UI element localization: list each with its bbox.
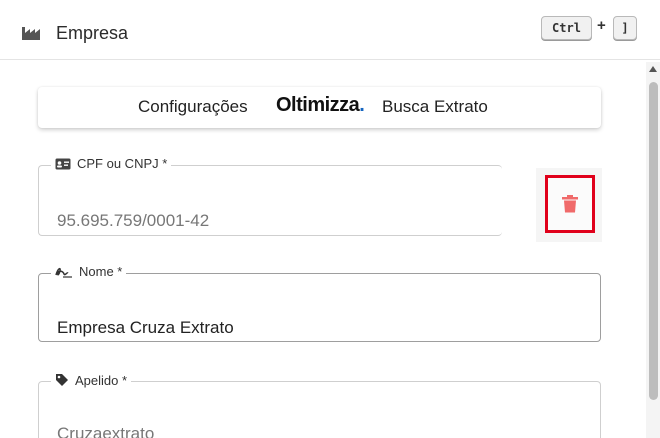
trash-icon	[562, 195, 578, 213]
apelido-value[interactable]: Cruzaextrato	[57, 424, 154, 438]
scrollbar-up-arrow[interactable]	[649, 66, 657, 72]
brand-logo: Oltimizza.	[276, 94, 365, 116]
page-title: Empresa	[56, 23, 129, 43]
cpf-cnpj-label: CPF ou CNPJ *	[51, 157, 171, 173]
config-label: Configurações	[138, 97, 248, 116]
shortcut-ctrl-key: Ctrl	[541, 16, 592, 40]
factory-icon	[22, 27, 40, 40]
id-card-icon	[55, 158, 71, 170]
nome-field[interactable]: Nome * Empresa Cruza Extrato	[38, 265, 601, 342]
cpf-cnpj-value[interactable]: 95.695.759/0001-42	[57, 211, 209, 231]
delete-button[interactable]	[545, 175, 595, 233]
page-header: Empresa Ctrl + ]	[0, 0, 660, 60]
nome-label: Nome *	[51, 265, 126, 281]
tag-icon	[56, 374, 68, 386]
apelido-label: Apelido *	[51, 373, 131, 389]
shortcut-plus: +	[597, 17, 606, 34]
cpf-cnpj-field[interactable]: CPF ou CNPJ * 95.695.759/0001-42	[38, 157, 502, 236]
shortcut-bracket-key: ]	[613, 16, 637, 40]
scrollbar-thumb[interactable]	[649, 82, 658, 400]
config-banner: Configurações Oltimizza. Busca Extrato	[38, 87, 601, 128]
signature-icon	[55, 267, 72, 278]
nome-value[interactable]: Empresa Cruza Extrato	[57, 318, 234, 338]
apelido-field[interactable]: Apelido * Cruzaextrato	[38, 373, 601, 438]
product-name: Busca Extrato	[382, 97, 488, 116]
